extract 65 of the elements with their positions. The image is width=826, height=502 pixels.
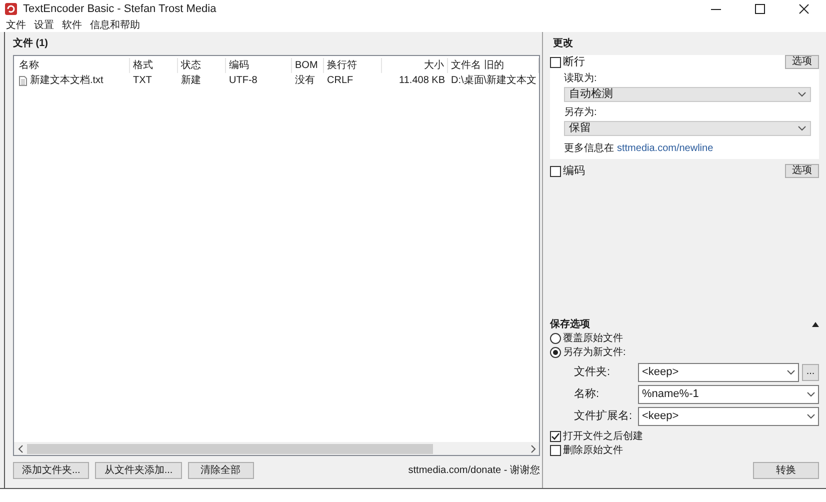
donate-text: sttmedia.com/donate - 谢谢您 [408,464,540,478]
field-label: 读取为: [564,72,597,86]
checkbox[interactable] [550,56,561,68]
table-cell: UTF-8 [229,75,258,86]
section-title: 更改 [552,36,574,51]
section-title: 文件 (1) [13,36,49,51]
field-label: 名称: [573,386,600,402]
menu-item[interactable]: 软件 [62,18,82,32]
scroll-left-icon[interactable] [18,444,23,452]
scroll-right-icon[interactable] [531,444,536,452]
table-cell: 11.408 KB [399,75,445,86]
column-header[interactable]: 大小 [382,58,448,73]
section-title: 保存选项 [550,318,590,332]
table-cell-text: 新建文本文档.txt [30,74,104,88]
menu-item[interactable]: 设置 [34,18,54,32]
checkbox-label[interactable]: 编码 [563,162,585,180]
table-cell: 没有 [295,75,315,86]
input-field[interactable]: <keep> [638,362,799,382]
list-button[interactable]: 清除全部 [188,462,254,479]
save-as-dropdown[interactable]: 保留 [564,121,811,136]
horizontal-scrollbar[interactable] [14,442,539,455]
radio-button[interactable] [550,346,561,358]
close-icon[interactable] [799,4,809,14]
checkbox-label[interactable]: 删除原始文件 [563,442,623,458]
checkbox-label[interactable]: 断行 [563,54,585,70]
radio-button[interactable] [550,332,561,344]
app-logo-icon [5,3,17,15]
column-header[interactable]: 格式 [130,58,178,73]
list-button[interactable]: 添加文件夹... [13,462,90,479]
read-as-dropdown[interactable]: 自动检测 [564,87,811,102]
table-cell: 新建 [181,75,201,86]
column-header[interactable]: 状态 [178,58,226,73]
table-cell: TXT [133,75,152,86]
checkbox[interactable] [550,444,561,456]
column-header[interactable]: 名称 [16,58,130,73]
checkbox-label[interactable]: 打开文件之后创建 [563,428,643,444]
input-field[interactable]: <keep> [638,406,819,426]
column-header[interactable]: 换行符 [324,58,382,73]
input-field[interactable]: %name%-1 [638,384,819,404]
field-label: 另存为: [564,106,597,120]
table-cell: D:\桌面\新建文本文 [451,75,537,86]
file-icon [19,76,27,86]
options-button[interactable]: 选项 [785,55,819,69]
list-button[interactable]: 从文件夹添加... [95,462,182,479]
menu-item[interactable]: 信息和帮助 [90,18,140,32]
column-header[interactable]: BOM [292,58,324,73]
field-label: 文件扩展名: [573,408,634,424]
options-button[interactable]: 选项 [785,164,819,178]
radio-label[interactable]: 覆盖原始文件 [563,330,623,346]
scrollbar-thumb[interactable] [27,444,433,454]
column-header[interactable]: 文件名 旧的 [448,58,539,73]
browse-button[interactable]: ... [802,364,819,380]
field-label: 文件夹: [573,364,612,380]
info-text: 更多信息在 [564,142,614,156]
column-header[interactable]: 编码 [226,58,292,73]
table-cell: CRLF [327,75,354,86]
radio-label[interactable]: 另存为新文件: [563,344,626,360]
convert-button[interactable]: 转换 [753,462,819,479]
collapse-arrow-icon[interactable] [812,322,819,326]
menu-item[interactable]: 文件 [6,18,26,32]
maximize-icon[interactable] [755,4,765,14]
newline-link[interactable]: sttmedia.com/newline [617,140,714,156]
checkbox[interactable] [550,430,561,442]
checkbox[interactable] [550,166,561,176]
window-title: TextEncoder Basic - Stefan Trost Media [23,2,216,17]
